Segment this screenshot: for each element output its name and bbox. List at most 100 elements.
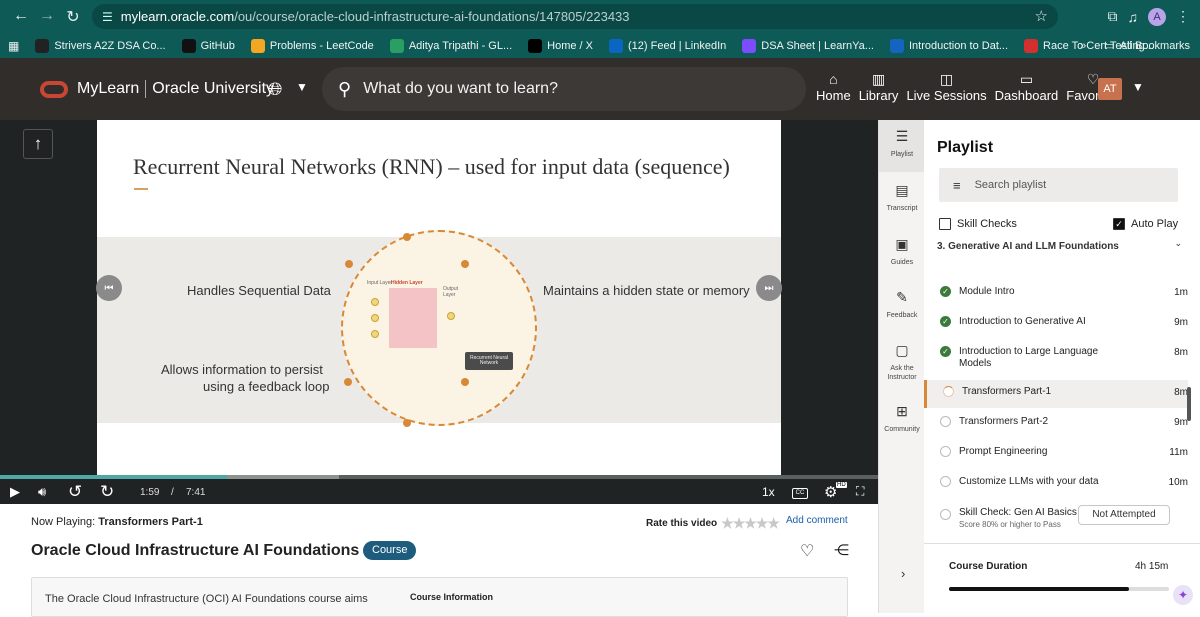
- more-bookmarks-icon[interactable]: »: [1080, 40, 1086, 52]
- bookmark-favicon-icon: [35, 39, 49, 53]
- section-chevron-icon[interactable]: ⌄: [1174, 238, 1182, 249]
- bookmark-item[interactable]: Home / X: [528, 39, 593, 53]
- bookmark-item[interactable]: DSA Sheet | LearnYa...: [742, 39, 874, 53]
- nav-home[interactable]: ⌂Home: [812, 70, 855, 103]
- rail-transcript[interactable]: ▤Transcript: [879, 186, 925, 213]
- oracle-logo-icon[interactable]: [40, 81, 68, 98]
- completed-check-icon: ✓: [940, 346, 951, 357]
- brand-oracle-university: Oracle University: [152, 80, 274, 97]
- user-avatar[interactable]: AT: [1098, 78, 1122, 100]
- media-icon[interactable]: ♫: [1128, 9, 1139, 25]
- reload-icon[interactable]: ↻: [60, 7, 86, 27]
- top-navigation: ⌂Home▥Library◫Live Sessions▭Dashboard♡Fa…: [812, 70, 1124, 103]
- rewind-icon[interactable]: ↺: [68, 482, 82, 502]
- circle-dot: [403, 233, 411, 241]
- bookmark-favicon-icon: [390, 39, 404, 53]
- playback-speed[interactable]: 1x: [762, 485, 775, 499]
- bookmark-item[interactable]: Introduction to Dat...: [890, 39, 1008, 53]
- nav-dashboard[interactable]: ▭Dashboard: [991, 70, 1063, 103]
- lesson-item[interactable]: ✓Module Intro1m: [924, 280, 1188, 304]
- skill-checks-checkbox[interactable]: Skill Checks: [939, 218, 1017, 230]
- lesson-duration: 8m: [1174, 347, 1188, 358]
- previous-slide-icon[interactable]: ⏮: [96, 275, 122, 301]
- back-arrow-icon[interactable]: ←: [8, 7, 34, 25]
- bookmark-favicon-icon: [1024, 39, 1038, 53]
- volume-icon[interactable]: 🔊︎: [38, 484, 46, 500]
- bookmark-item[interactable]: (12) Feed | LinkedIn: [609, 39, 726, 53]
- bookmark-star-icon[interactable]: ☆: [1035, 7, 1048, 25]
- nn-node: [371, 330, 379, 338]
- nn-output-label: Output Layer: [443, 286, 463, 298]
- lesson-item[interactable]: Customize LLMs with your data10m: [924, 470, 1188, 496]
- rail-playlist[interactable]: ☰Playlist: [879, 120, 925, 172]
- next-slide-icon[interactable]: ⏭: [756, 275, 782, 301]
- lesson-duration: 9m: [1174, 317, 1188, 328]
- bookmark-item[interactable]: GitHub: [182, 39, 235, 53]
- status-circle-icon: [940, 416, 951, 427]
- bookmark-favicon-icon: [609, 39, 623, 53]
- nn-hidden-block: [389, 288, 437, 348]
- rail-feedback[interactable]: ✎Feedback: [879, 293, 925, 320]
- bookmark-item[interactable]: Strivers A2Z DSA Co...: [35, 39, 165, 53]
- brand[interactable]: MyLearnOracle University: [77, 80, 274, 98]
- lesson-item[interactable]: Transformers Part-29m: [924, 410, 1188, 436]
- nn-hidden-label: Hidden Layer: [391, 280, 423, 286]
- rail-ask-the-instructor[interactable]: ▢Ask the Instructor: [879, 346, 925, 382]
- checkbox-checked-icon: ✓: [1113, 218, 1125, 230]
- nav-live-sessions[interactable]: ◫Live Sessions: [902, 70, 990, 103]
- section-heading[interactable]: 3. Generative AI and LLM Foundations: [937, 238, 1189, 252]
- feedback-icon: ✎: [896, 293, 908, 311]
- auto-play-checkbox[interactable]: ✓ Auto Play: [1113, 218, 1178, 230]
- favorite-heart-icon[interactable]: ♡: [800, 541, 814, 561]
- profile-avatar[interactable]: A: [1148, 8, 1166, 26]
- rating-stars-icon[interactable]: ★★★★★: [721, 515, 779, 532]
- bookmark-item[interactable]: Problems - LeetCode: [251, 39, 374, 53]
- ai-assistant-icon[interactable]: ✦: [1173, 585, 1193, 605]
- url-host: mylearn.oracle.com: [121, 9, 234, 24]
- browser-menu-icon[interactable]: ⋮: [1176, 8, 1190, 25]
- play-icon[interactable]: ▶: [10, 484, 20, 500]
- forward-arrow-icon[interactable]: →: [34, 7, 60, 25]
- fullscreen-icon[interactable]: ⛶: [856, 484, 864, 499]
- all-bookmarks-folder[interactable]: ▭All Bookmarks: [1104, 39, 1190, 52]
- playlist-panel: Playlist ≡Search playlist Skill Checks ✓…: [924, 120, 1200, 613]
- add-comment-link[interactable]: Add comment: [786, 515, 848, 526]
- rail-community[interactable]: ⊞Community: [879, 407, 925, 434]
- nav-label: Library: [859, 88, 899, 103]
- completed-check-icon: ✓: [940, 316, 951, 327]
- nn-node: [371, 314, 379, 322]
- user-menu-caret-icon[interactable]: ▼: [1132, 80, 1144, 94]
- share-icon[interactable]: ⋲: [834, 541, 849, 559]
- auto-play-label: Auto Play: [1131, 218, 1178, 230]
- search-input[interactable]: ⚲ What do you want to learn?: [322, 67, 806, 111]
- site-settings-icon[interactable]: ☰: [102, 10, 113, 24]
- playlist-search-input[interactable]: ≡Search playlist: [939, 168, 1178, 202]
- video-player[interactable]: ↑ Recurrent Neural Networks (RNN) – used…: [0, 120, 878, 504]
- language-caret-icon[interactable]: ▼: [296, 80, 308, 94]
- lesson-item[interactable]: ✓Introduction to Generative AI9m: [924, 310, 1188, 334]
- lesson-item[interactable]: Transformers Part-18m: [924, 380, 1188, 408]
- address-bar[interactable]: ☰ mylearn.oracle.com/ou/course/oracle-cl…: [92, 4, 1058, 29]
- nav-library[interactable]: ▥Library: [855, 70, 903, 103]
- bookmark-item[interactable]: Aditya Tripathi - GL...: [390, 39, 512, 53]
- scroll-up-icon[interactable]: ↑: [23, 129, 53, 159]
- rail-guides[interactable]: ▣Guides: [879, 240, 925, 267]
- lesson-name: Transformers Part-2: [959, 416, 1109, 428]
- course-badge: Course: [363, 541, 416, 560]
- playlist-scrollbar[interactable]: [1187, 387, 1191, 421]
- forward-icon[interactable]: ↻: [100, 482, 114, 502]
- not-attempted-badge: Not Attempted: [1078, 505, 1170, 525]
- lesson-item[interactable]: Prompt Engineering11m: [924, 440, 1188, 466]
- lesson-duration: 10m: [1169, 477, 1188, 488]
- closed-captions-button[interactable]: CC: [792, 488, 808, 499]
- bookmark-favicon-icon: [890, 39, 904, 53]
- collapse-chevron-icon[interactable]: ›: [901, 566, 905, 581]
- lesson-item[interactable]: ✓Introduction to Large Language Models8m: [924, 340, 1188, 380]
- total-time: 7:41: [186, 487, 205, 498]
- video-progress-bar[interactable]: [0, 475, 878, 479]
- bookmark-label: Home / X: [547, 40, 593, 52]
- globe-icon[interactable]: 🌐︎: [268, 79, 282, 100]
- video-slide: Recurrent Neural Networks (RNN) – used f…: [97, 120, 781, 476]
- extensions-icon[interactable]: ⧉: [1108, 8, 1118, 25]
- apps-grid-icon[interactable]: ▦: [8, 39, 19, 53]
